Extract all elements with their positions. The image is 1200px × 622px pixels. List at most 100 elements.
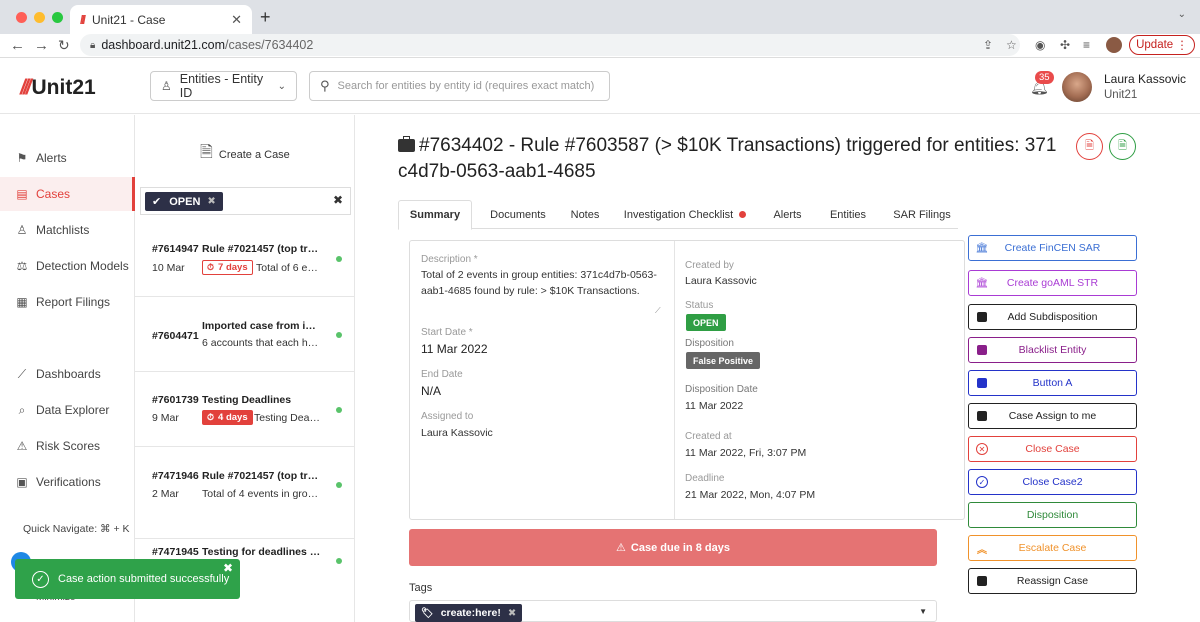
create-case-button[interactable]: 🗎︎ Create a Case <box>200 141 290 168</box>
resize-handle-icon[interactable]: ⟋ <box>655 306 661 316</box>
browser-toolbar: ← → ↻ 🔒︎ dashboard.unit21.com/cases/7634… <box>0 34 1200 58</box>
description-textarea[interactable]: Total of 2 events in group entities: 371… <box>421 267 663 315</box>
edit-square-icon <box>976 377 988 389</box>
start-date-value[interactable]: 11 Mar 2022 <box>421 342 488 356</box>
create-goaml-str-button[interactable]: 🏛︎ Create goAML STR <box>968 270 1137 296</box>
caret-down-icon[interactable]: ▼ <box>919 607 927 616</box>
edit-square-icon <box>976 311 988 323</box>
sidebar: ⚑ Alerts ▤ Cases ♙ Matchlists ⚖ Detection Mo… <box>0 115 135 622</box>
sidebar-item-report-filings[interactable]: ▦ Report Filings <box>0 285 135 319</box>
deadline-value: 21 Mar 2022, Mon, 4:07 PM <box>685 489 816 501</box>
tab-summary[interactable]: Summary <box>398 200 472 230</box>
sidebar-item-dashboards[interactable]: ⟋ Dashboards <box>0 357 135 391</box>
column-divider <box>674 241 675 519</box>
close-toast-icon[interactable]: ✖ <box>223 561 233 575</box>
forward-icon[interactable]: → <box>34 37 49 54</box>
puzzle-icon[interactable]: ✣ <box>1060 38 1070 52</box>
tab-label: Entities <box>829 208 867 221</box>
export-excel-button[interactable]: 🗎︎ <box>1109 133 1136 160</box>
button-a[interactable]: Button A <box>968 370 1137 396</box>
reload-icon[interactable]: ↻ <box>58 37 70 54</box>
close-window-button[interactable] <box>16 12 27 23</box>
remove-tag-icon[interactable]: ✖ <box>508 608 516 619</box>
status-dot <box>336 407 342 413</box>
case-description: 6 accounts that each hav... <box>202 337 322 349</box>
zoom-window-button[interactable] <box>52 12 63 23</box>
quick-navigate-hint[interactable]: Quick Navigate: ⌘ + K <box>23 523 130 535</box>
case-list-item[interactable]: #7604471 Imported case from int... 6 acc… <box>135 297 355 372</box>
export-pdf-button[interactable]: 🗎︎ <box>1076 133 1103 160</box>
case-date: 9 Mar <box>152 412 179 424</box>
add-subdisposition-button[interactable]: Add Subdisposition <box>968 304 1137 330</box>
sidebar-item-detection-models[interactable]: ⚖ Detection Models <box>0 249 135 283</box>
escalate-case-button[interactable]: ︽ Escalate Case <box>968 535 1137 561</box>
sidebar-item-verifications[interactable]: ▣ Verifications <box>0 465 135 499</box>
close-case-button[interactable]: ✕ Close Case <box>968 436 1137 462</box>
unit21-favicon-icon: /// <box>80 12 86 27</box>
deadline-label: Deadline <box>685 473 725 484</box>
entity-search-input[interactable] <box>337 80 598 92</box>
end-date-value[interactable]: N/A <box>421 384 441 398</box>
action-label: Reassign Case <box>1016 575 1089 587</box>
new-tab-icon[interactable]: + <box>260 7 271 28</box>
deadline-badge: ⏱︎ 7 days <box>202 260 253 275</box>
tags-select[interactable]: 🏷︎ create:here! ✖ ▼ <box>409 600 937 622</box>
user-avatar[interactable] <box>1062 72 1092 102</box>
blacklist-entity-button[interactable]: Blacklist Entity <box>968 337 1137 363</box>
close-tab-icon[interactable]: ✕ <box>231 12 242 28</box>
sidebar-item-cases[interactable]: ▤ Cases <box>0 177 135 211</box>
remove-filter-icon[interactable]: ✖ <box>207 196 215 207</box>
status-label: Status <box>685 300 714 311</box>
entity-type-select[interactable]: ♙ Entities - Entity ID ⌄ <box>150 71 297 101</box>
sidebar-item-data-explorer[interactable]: ⌕ Data Explorer <box>0 393 135 427</box>
tab-documents[interactable]: Documents <box>478 200 558 229</box>
update-button[interactable]: Update ⋮ <box>1129 35 1195 55</box>
entity-search[interactable]: ⚲ <box>309 71 610 101</box>
bookmark-star-icon[interactable]: ☆ <box>1006 38 1017 52</box>
document-plus-icon: 🗎︎ <box>200 144 213 161</box>
flag-icon: ⚑ <box>16 151 28 165</box>
case-list-item[interactable]: #7601739 Testing Deadlines 9 Mar ⏱︎ 4 day… <box>135 372 355 447</box>
created-at-value: 11 Mar 2022, Fri, 3:07 PM <box>685 447 807 459</box>
success-toast: ✓ Case action submitted successfully ✖ <box>15 559 240 599</box>
sidebar-item-matchlists[interactable]: ♙ Matchlists <box>0 213 135 247</box>
tab-search-icon[interactable]: ⌄ <box>1178 9 1186 20</box>
disposition-button[interactable]: Disposition <box>968 502 1137 528</box>
tab-entities[interactable]: Entities <box>818 200 878 229</box>
create-case-label: Create a Case <box>218 148 290 161</box>
tab-sar-filings[interactable]: SAR Filings <box>886 200 958 229</box>
sidebar-item-label: Matchlists <box>36 223 90 237</box>
create-fincen-sar-button[interactable]: 🏛︎ Create FinCEN SAR <box>968 235 1137 261</box>
tab-label: Summary <box>409 209 461 221</box>
case-list-item[interactable]: #7614947 Rule #7021457 (top tra... 10 Ma… <box>135 223 355 297</box>
address-bar[interactable]: 🔒︎ dashboard.unit21.com/cases/7634402 <box>80 34 1020 56</box>
reading-list-icon[interactable]: ≡ <box>1083 38 1090 52</box>
status-dot <box>336 558 342 564</box>
case-assign-to-me-button[interactable]: Case Assign to me <box>968 403 1137 429</box>
bank-icon: 🏛︎ <box>975 242 989 254</box>
reassign-case-button[interactable]: Reassign Case <box>968 568 1137 594</box>
sidebar-item-risk-scores[interactable]: ⚠ Risk Scores <box>0 429 135 463</box>
share-icon[interactable]: ⇪ <box>983 38 993 52</box>
browser-tab[interactable]: /// Unit21 - Case ✕ <box>70 5 252 34</box>
open-filter-chip[interactable]: ✔ OPEN ✖ <box>145 192 223 211</box>
scale-icon: ⚖ <box>16 259 28 273</box>
unit21-logo[interactable]: ///Unit21 <box>20 76 96 100</box>
case-filter-bar[interactable]: ✔ OPEN ✖ ✖ <box>140 187 351 215</box>
assigned-to-label: Assigned to <box>421 411 474 422</box>
back-icon[interactable]: ← <box>10 37 25 54</box>
user-plus-icon: ♙ <box>16 223 28 237</box>
sidebar-item-alerts[interactable]: ⚑ Alerts <box>0 141 135 175</box>
tag-chip[interactable]: 🏷︎ create:here! ✖ <box>415 604 523 622</box>
profile-avatar[interactable] <box>1106 37 1122 53</box>
close-case2-button[interactable]: ✓ Close Case2 <box>968 469 1137 495</box>
browser-tab-bar: /// Unit21 - Case ✕ + ⌄ <box>0 0 1200 34</box>
minimize-window-button[interactable] <box>34 12 45 23</box>
tab-alerts[interactable]: Alerts <box>760 200 815 229</box>
case-list-item[interactable]: #7471946 Rule #7021457 (top tra... 2 Mar… <box>135 447 355 539</box>
extension-icon[interactable]: ◉ <box>1035 38 1045 52</box>
tab-investigation-checklist[interactable]: Investigation Checklist <box>620 200 750 229</box>
case-title-heading: #7634402 - Rule #7603587 (> $10K Transac… <box>398 133 1068 185</box>
clear-filters-icon[interactable]: ✖ <box>333 193 343 207</box>
tab-notes[interactable]: Notes <box>560 200 610 229</box>
